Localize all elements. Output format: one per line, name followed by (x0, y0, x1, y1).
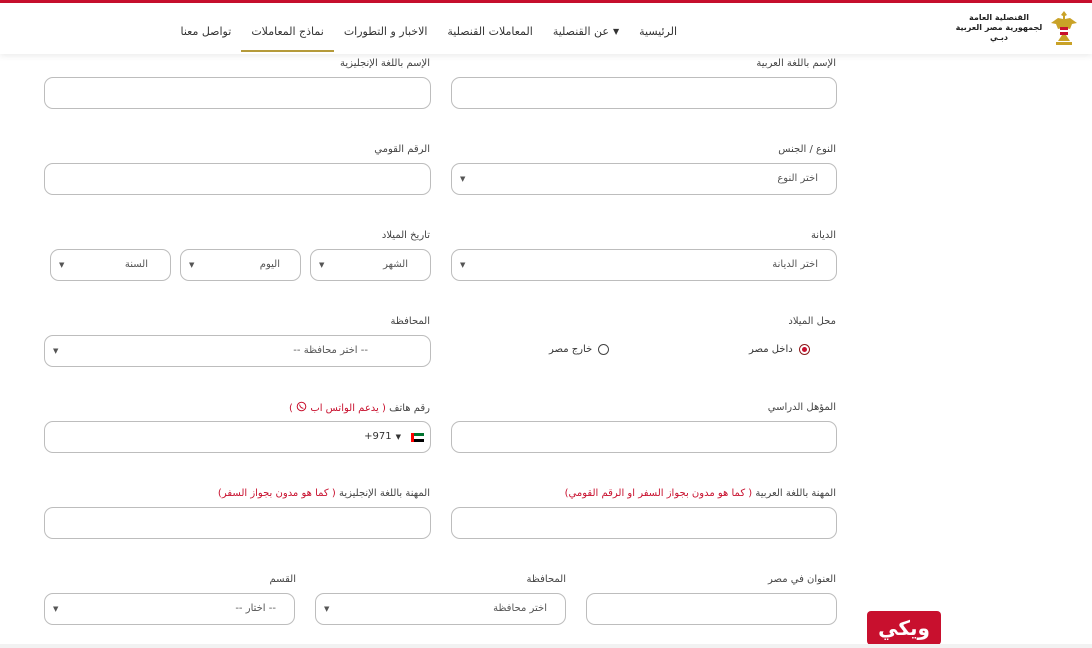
chevron-down-icon: ▼ (319, 261, 325, 269)
birthdate-label: تاريخ الميلاد (381, 230, 430, 241)
job-ar-label: المهنة باللغة العربية ( كما هو مدون بجوا… (564, 488, 836, 499)
address-label: العنوان في مصر (768, 574, 836, 585)
chevron-down-icon: ▼ (189, 261, 195, 269)
gender-select[interactable]: اختر النوع ▼ (451, 163, 837, 195)
governorate-select[interactable]: -- اختر محافظة -- ▼ (44, 335, 431, 367)
wiki-badge: ويكي (867, 611, 941, 645)
chevron-down-icon: ▼ (460, 175, 466, 183)
nav-consular-services[interactable]: المعاملات القنصلية (437, 6, 542, 57)
birth-month-select[interactable]: الشهر ▼ (310, 249, 431, 281)
nav-home[interactable]: الرئيسية (629, 6, 687, 57)
governorate-label: المحافظة (390, 316, 430, 327)
nav-about[interactable]: عن القنصلية ▼ (543, 6, 629, 57)
district-select[interactable]: -- اختار -- ▼ (44, 593, 295, 625)
birthplace-inside-radio[interactable]: داخل مصر (749, 344, 810, 355)
phone-input[interactable]: +971 ▼ (44, 421, 431, 453)
chevron-down-icon: ▼ (53, 605, 59, 613)
chevron-down-icon: ▼ (59, 261, 65, 269)
chevron-down-icon: ▼ (53, 347, 59, 355)
radio-checked-icon[interactable] (798, 344, 810, 355)
education-input[interactable] (451, 421, 837, 453)
birthplace-label: محل الميلاد (788, 316, 836, 327)
job-en-label: المهنة باللغة الإنجليزية ( كما هو مدون ب… (217, 488, 430, 499)
gender-label: النوع / الجنس (778, 144, 836, 155)
education-label: المؤهل الدراسي (767, 402, 836, 413)
logo-text: القنصلية العامة لجمهورية مصر العربية دبـ… (955, 13, 1043, 42)
phone-label: رقم هاتف ( يدعم الواتس اب ) (289, 401, 430, 414)
chevron-down-icon: ▼ (324, 605, 330, 613)
name-en-label: الإسم باللغة الإنجليزية (340, 58, 430, 69)
birth-year-select[interactable]: السنة ▼ (50, 249, 171, 281)
birthplace-outside-radio[interactable]: خارج مصر (549, 344, 610, 355)
consulate-logo[interactable]: القنصلية العامة لجمهورية مصر العربية دبـ… (948, 9, 1078, 49)
main-nav: الرئيسية عن القنصلية ▼ المعاملات القنصلية… (170, 6, 687, 57)
national-id-input[interactable] (44, 163, 431, 195)
job-en-input[interactable] (44, 507, 431, 539)
site-header: القنصلية العامة لجمهورية مصر العربية دبـ… (0, 3, 1092, 54)
caret-down-icon: ▼ (612, 27, 620, 36)
chevron-down-icon: ▼ (460, 261, 466, 269)
chevron-down-icon: ▼ (395, 433, 401, 441)
name-en-input[interactable] (44, 77, 431, 109)
uae-flag-icon (411, 432, 424, 442)
nav-news[interactable]: الاخبار و التطورات (334, 6, 438, 57)
nav-forms[interactable]: نماذج المعاملات (241, 6, 334, 57)
eagle-emblem-icon (1051, 11, 1077, 45)
religion-select[interactable]: اختر الديانة ▼ (451, 249, 837, 281)
country-code-selector[interactable]: +971 ▼ (364, 422, 424, 452)
radio-unchecked-icon[interactable] (598, 344, 610, 355)
birth-day-select[interactable]: اليوم ▼ (180, 249, 301, 281)
nav-contact[interactable]: تواصل معنا (170, 6, 241, 57)
name-ar-input[interactable] (451, 77, 837, 109)
whatsapp-icon (296, 401, 307, 412)
name-ar-label: الإسم باللغة العربية (756, 58, 836, 69)
religion-label: الديانة (810, 230, 836, 241)
address-governorate-select[interactable]: اختر محافظة ▼ (315, 593, 566, 625)
page-bottom-divider (0, 644, 1092, 648)
address-governorate-label: المحافظة (526, 574, 566, 585)
address-input[interactable] (586, 593, 837, 625)
national-id-label: الرقم القومي (374, 144, 430, 155)
job-ar-input[interactable] (451, 507, 837, 539)
district-label: القسم (269, 574, 296, 585)
